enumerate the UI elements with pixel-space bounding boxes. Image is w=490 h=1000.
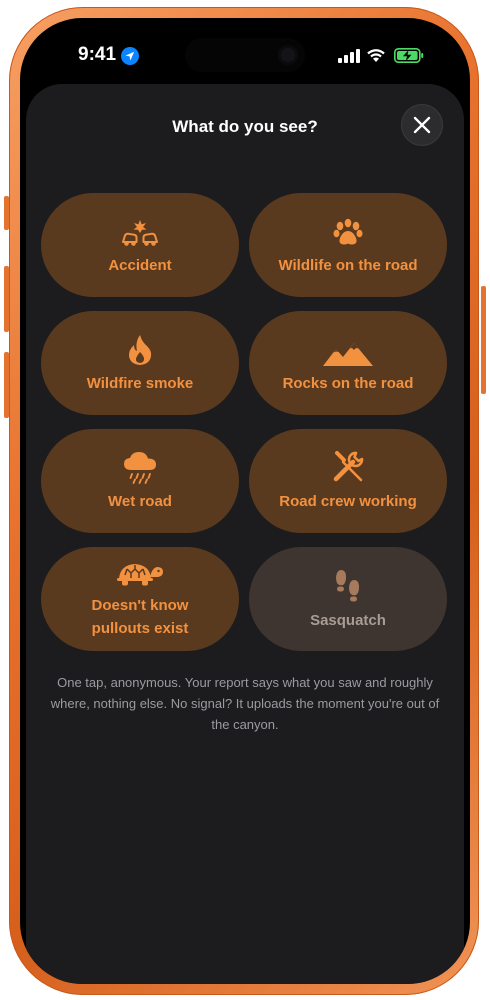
option-wildlife-on-the-road[interactable]: Wildlife on the road [249, 193, 447, 297]
option-label: Rocks on the road [282, 374, 414, 392]
option-label: Wildlife on the road [278, 256, 418, 274]
wifi-icon [367, 49, 385, 62]
volume-up-button [4, 266, 9, 332]
option-sasquatch[interactable]: Sasquatch [249, 547, 447, 651]
option-wildfire-smoke[interactable]: Wildfire smoke [41, 311, 239, 415]
action-button [4, 196, 9, 230]
battery-charging-icon [394, 48, 424, 63]
fire-icon [128, 334, 152, 365]
cellular-signal-icon [338, 49, 360, 63]
side-button [481, 286, 486, 394]
option-accident[interactable]: Accident [41, 193, 239, 297]
location-arrow-icon [121, 47, 139, 65]
status-bar: 9:41 [20, 18, 470, 88]
turtle-icon [117, 564, 163, 586]
screen: 9:41 What do you see? Accident Wildlife … [20, 18, 470, 984]
report-sheet: What do you see? Accident Wildlife on th… [26, 84, 464, 984]
option-label: Wildfire smoke [86, 374, 194, 392]
footprints-icon [336, 569, 359, 601]
privacy-footnote: One tap, anonymous. Your report says wha… [50, 675, 440, 732]
close-button[interactable] [401, 104, 443, 146]
paw-icon [333, 218, 363, 245]
option-label: Wet road [108, 492, 172, 510]
option-label: Sasquatch [310, 611, 386, 629]
option-road-crew-working[interactable]: Road crew working [249, 429, 447, 533]
option-label-line1: Doesn't know [91, 597, 189, 614]
car-crash-icon [122, 219, 158, 246]
option-label: Road crew working [279, 492, 417, 510]
sheet-title: What do you see? [172, 117, 318, 136]
option-label: Accident [108, 256, 172, 274]
front-camera [278, 45, 298, 65]
option-wet-road[interactable]: Wet road [41, 429, 239, 533]
option-rocks-on-the-road[interactable]: Rocks on the road [249, 311, 447, 415]
option-doesnt-know-pullouts-exist[interactable]: Doesn't know pullouts exist [41, 547, 239, 651]
volume-down-button [4, 352, 9, 418]
option-label-line2: pullouts exist [91, 620, 189, 637]
status-time: 9:41 [78, 44, 117, 65]
close-icon [413, 116, 431, 134]
tools-icon [333, 450, 364, 481]
rain-cloud-icon [124, 451, 156, 484]
mountain-rocks-icon [323, 342, 373, 366]
